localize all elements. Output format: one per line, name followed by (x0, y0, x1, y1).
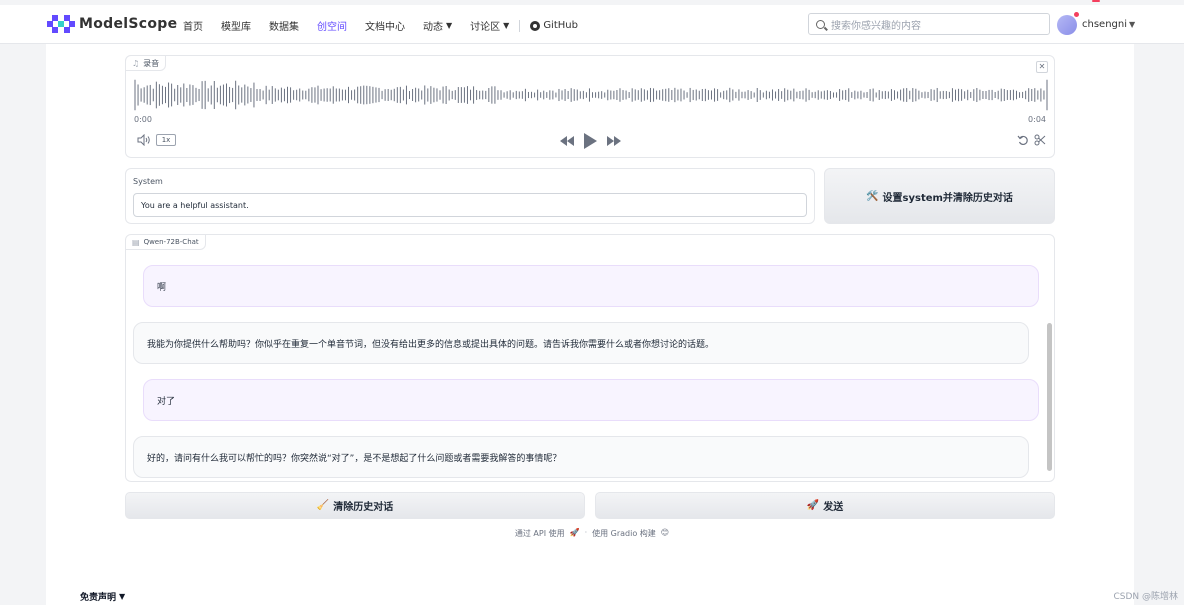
set-system-label: 设置system并清除历史对话 (882, 192, 1013, 204)
nav-docs[interactable]: 文档中心 (365, 18, 405, 33)
nav-models[interactable]: 模型库 (221, 18, 251, 33)
clear-history-label: 清除历史对话 (333, 502, 394, 513)
gradio-footer: 通过 API 使用 🚀 · 使用 Gradio 构建 😊 (0, 528, 1184, 539)
audio-waveform[interactable] (134, 78, 1048, 112)
broom-icon: 🧹 (316, 500, 330, 511)
system-prompt-panel: System You are a helpful assistant. (125, 168, 815, 224)
search-placeholder: 搜索你感兴趣的内容 (831, 20, 921, 32)
send-button[interactable]: 🚀 发送 (595, 492, 1055, 519)
send-label: 发送 (823, 502, 844, 513)
logo-icon (47, 15, 75, 33)
chevron-down-icon[interactable]: ▼ (1129, 20, 1135, 29)
watermark: CSDN @陈增林 (1113, 592, 1178, 602)
playback-rate-button[interactable]: 1x (156, 134, 176, 146)
bot-message: 我能为你提供什么帮助吗？你似乎在重复一个单音节词，但没有给出更多的信息或提出具体… (133, 322, 1029, 364)
modelscope-logo[interactable]: ModelScope (47, 15, 177, 33)
bot-message: 好的，请问有什么我可以帮忙的吗？你突然说“对了”，是不是想起了什么问题或者需要我… (133, 436, 1029, 478)
audio-label-tag: ♫ 录音 (125, 55, 167, 71)
play-icon[interactable] (582, 132, 598, 150)
chevron-down-icon: ▼ (503, 21, 510, 30)
rocket-icon: 🚀 (569, 528, 580, 537)
system-input[interactable]: You are a helpful assistant. (133, 193, 807, 217)
chevron-down-icon: ▼ (119, 592, 126, 601)
scissors-icon[interactable] (1034, 134, 1046, 146)
user-message: 对了 (143, 379, 1039, 421)
disclaimer-toggle[interactable]: 免责声明 ▼ (80, 590, 125, 603)
chat-icon: ▤ (132, 237, 140, 247)
username[interactable]: chsengni (1082, 19, 1127, 30)
time-end: 0:04 (1028, 115, 1046, 124)
rocket-icon: 🚀 (806, 500, 820, 511)
search-input[interactable]: 搜索你感兴趣的内容 (808, 13, 1050, 35)
clear-history-button[interactable]: 🧹 清除历史对话 (125, 492, 585, 519)
chatbot-panel: ▤ Qwen-72B-Chat 啊 我能为你提供什么帮助吗？你似乎在重复一个单音… (125, 234, 1055, 482)
disclaimer-label: 免责声明 (80, 593, 117, 603)
chat-scrollbar[interactable] (1047, 323, 1052, 471)
main-nav: 首页 模型库 数据集 创空间 文档中心 动态 ▼ 讨论区 ▼ GitHub (183, 18, 596, 33)
nav-home[interactable]: 首页 (183, 18, 203, 33)
github-icon (530, 20, 541, 31)
system-label: System (133, 177, 163, 186)
time-start: 0:00 (134, 115, 152, 124)
rewind-icon[interactable] (559, 134, 575, 148)
nav-divider (519, 20, 521, 32)
close-icon[interactable]: ✕ (1036, 61, 1048, 73)
nav-studios[interactable]: 创空间 (317, 18, 347, 33)
nav-datasets[interactable]: 数据集 (269, 18, 299, 33)
top-navbar: ModelScope 首页 模型库 数据集 创空间 文档中心 动态 ▼ 讨论区 ▼ … (0, 0, 1184, 44)
smile-icon: 😊 (660, 528, 670, 537)
nav-github-label: GitHub (543, 20, 578, 31)
avatar[interactable] (1057, 15, 1077, 35)
audio-label: 录音 (143, 58, 160, 68)
tools-icon: 🛠️ (866, 190, 879, 202)
set-system-button[interactable]: 🛠️ 设置system并清除历史对话 (824, 168, 1055, 224)
logo-text: ModelScope (79, 16, 178, 32)
nav-discussion-label: 讨论区 (470, 22, 501, 33)
chatbot-label: Qwen-72B-Chat (143, 238, 199, 246)
nav-github[interactable]: GitHub (530, 18, 578, 33)
footer-separator: · (584, 528, 588, 537)
top-accent-mark (1092, 0, 1100, 2)
audio-recorder: ♫ 录音 ✕ 0:00 0:04 1x (125, 55, 1055, 158)
search-icon (816, 19, 825, 29)
volume-icon[interactable] (137, 134, 151, 146)
chevron-down-icon: ▼ (446, 21, 453, 30)
gradio-link[interactable]: 使用 Gradio 构建 (592, 528, 656, 539)
nav-discussion[interactable]: 讨论区 ▼ (470, 18, 509, 33)
notification-dot (1074, 12, 1079, 17)
undo-icon[interactable] (1017, 134, 1029, 146)
nav-feed[interactable]: 动态 ▼ (423, 18, 452, 33)
user-message: 啊 (143, 265, 1039, 307)
api-link[interactable]: 通过 API 使用 (515, 528, 565, 539)
nav-feed-label: 动态 (423, 22, 443, 33)
music-note-icon: ♫ (132, 58, 140, 68)
fast-forward-icon[interactable] (606, 134, 622, 148)
chatbot-label-tag: ▤ Qwen-72B-Chat (126, 235, 206, 250)
